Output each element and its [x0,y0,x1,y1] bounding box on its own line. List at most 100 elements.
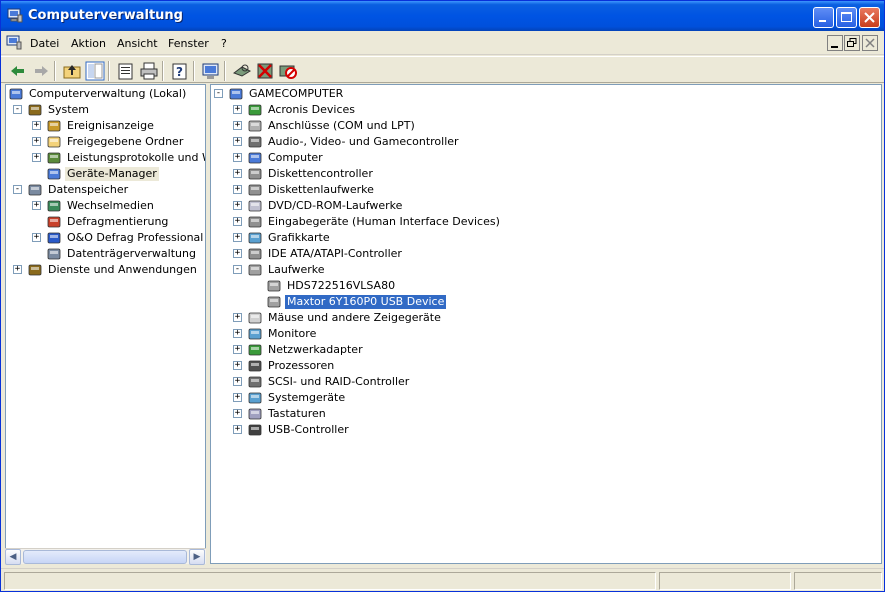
expand-toggle[interactable]: + [13,265,22,274]
tree-item[interactable]: Geräte-Manager [6,166,205,182]
expand-toggle[interactable]: + [233,377,242,386]
tree-item[interactable]: + Diskettenlaufwerke [211,182,881,198]
expand-toggle[interactable]: - [233,265,242,274]
mdi-restore-button[interactable] [844,35,860,51]
tree-item[interactable]: + Wechselmedien [6,198,205,214]
expand-toggle[interactable]: + [233,137,242,146]
tree-item[interactable]: - Datenspeicher [6,182,205,198]
tree-item[interactable]: Datenträgerverwaltung [6,246,205,262]
expand-toggle[interactable]: + [233,233,242,242]
expand-toggle[interactable]: + [233,329,242,338]
forward-icon[interactable] [31,61,51,81]
uninstall-icon[interactable] [255,61,275,81]
tree-item[interactable]: + Prozessoren [211,358,881,374]
expand-toggle[interactable]: + [233,345,242,354]
tree-item-label: Mäuse und andere Zeigegeräte [268,311,441,324]
expand-toggle[interactable]: + [233,409,242,418]
console-icon[interactable] [201,61,221,81]
tree-item[interactable]: + Grafikkarte [211,230,881,246]
tree-item[interactable]: + Anschlüsse (COM und LPT) [211,118,881,134]
tree-item[interactable]: + Tastaturen [211,406,881,422]
tree-item[interactable]: Maxtor 6Y160P0 USB Device [211,294,881,310]
title-bar[interactable]: Computerverwaltung [1,1,884,31]
expand-toggle[interactable]: + [32,153,41,162]
tree-item[interactable]: + Diskettencontroller [211,166,881,182]
tree-item[interactable]: + O&O Defrag Professional Edi [6,230,205,246]
menu-datei[interactable]: Datei [30,37,59,50]
tree-item[interactable]: + Mäuse und andere Zeigegeräte [211,310,881,326]
expand-toggle[interactable]: - [13,185,22,194]
tree-item[interactable]: + Dienste und Anwendungen [6,262,205,278]
tree-item[interactable]: + Leistungsprotokolle und Warn [6,150,205,166]
properties-icon[interactable] [116,61,136,81]
mdi-close-button[interactable] [862,35,878,51]
expand-toggle[interactable]: + [233,201,242,210]
menu-ansicht[interactable]: Ansicht [117,37,158,50]
expand-toggle[interactable]: - [13,105,22,114]
expand-toggle[interactable]: + [233,217,242,226]
menu-help[interactable]: ? [221,37,227,50]
help-icon[interactable]: ? [170,61,190,81]
expand-toggle[interactable]: + [233,425,242,434]
device-tree-pane[interactable]: - GAMECOMPUTER + Acronis Devices + Ansch… [210,84,882,564]
tree-item[interactable]: + Computer [211,150,881,166]
menu-aktion[interactable]: Aktion [71,37,106,50]
tree-item[interactable]: + Audio-, Video- und Gamecontroller [211,134,881,150]
minimize-button[interactable] [813,7,834,28]
tree-item[interactable]: Defragmentierung [6,214,205,230]
tree-item[interactable]: + Netzwerkadapter [211,342,881,358]
scroll-right-button[interactable]: ▶ [189,549,205,565]
console-tree-pane[interactable]: Computerverwaltung (Lokal) - System + Er… [5,84,206,564]
expand-toggle[interactable]: + [233,393,242,402]
tree-item[interactable]: + Freigegebene Ordner [6,134,205,150]
storage-icon [28,184,42,196]
mdi-minimize-button[interactable] [827,35,843,51]
menu-fenster[interactable]: Fenster [168,37,209,50]
maximize-button[interactable] [836,7,857,28]
tree-item[interactable]: + Eingabegeräte (Human Interface Devices… [211,214,881,230]
cdrom-icon [248,200,262,212]
tree-item[interactable]: + Monitore [211,326,881,342]
tree-item[interactable]: + Systemgeräte [211,390,881,406]
horizontal-scrollbar[interactable]: ◀ ▶ [5,548,206,565]
disk-drive-icon [248,264,262,276]
tree-item[interactable]: + USB-Controller [211,422,881,438]
tree-item[interactable]: + SCSI- und RAID-Controller [211,374,881,390]
status-cell [794,572,882,590]
close-button[interactable] [859,7,880,28]
print-icon[interactable] [139,61,159,81]
tree-item[interactable]: - System [6,102,205,118]
expand-toggle[interactable]: - [214,89,223,98]
tree-item[interactable]: + IDE ATA/ATAPI-Controller [211,246,881,262]
tree-item[interactable]: Computerverwaltung (Lokal) [6,86,205,102]
expand-toggle[interactable]: + [32,121,41,130]
expand-toggle[interactable]: + [32,137,41,146]
scroll-left-button[interactable]: ◀ [5,549,21,565]
tree-item[interactable]: - GAMECOMPUTER [211,86,881,102]
tree-item[interactable]: - Laufwerke [211,262,881,278]
expand-toggle[interactable]: + [233,361,242,370]
tree-item[interactable]: + Acronis Devices [211,102,881,118]
expand-toggle[interactable]: + [233,313,242,322]
expand-toggle[interactable]: + [233,121,242,130]
expand-toggle[interactable]: + [32,201,41,210]
tree-item[interactable]: + DVD/CD-ROM-Laufwerke [211,198,881,214]
expand-toggle[interactable]: + [233,169,242,178]
scroll-thumb[interactable] [23,550,187,564]
expand-toggle[interactable]: + [233,249,242,258]
up-folder-icon[interactable] [62,61,82,81]
back-icon[interactable] [8,61,28,81]
tree-item[interactable]: HDS722516VLSA80 [211,278,881,294]
port-icon [248,120,262,132]
expand-toggle[interactable]: + [233,153,242,162]
expand-toggle[interactable]: + [233,105,242,114]
system-menu-icon[interactable] [6,35,22,50]
tree-item[interactable]: + Ereignisanzeige [6,118,205,134]
show-tree-icon[interactable] [85,61,105,81]
expand-toggle[interactable]: + [233,185,242,194]
toolbar-separator [224,61,226,81]
expand-toggle[interactable]: + [32,233,41,242]
acronis-icon [248,104,262,116]
disable-device-icon[interactable] [278,61,298,81]
scan-hardware-icon[interactable] [232,61,252,81]
